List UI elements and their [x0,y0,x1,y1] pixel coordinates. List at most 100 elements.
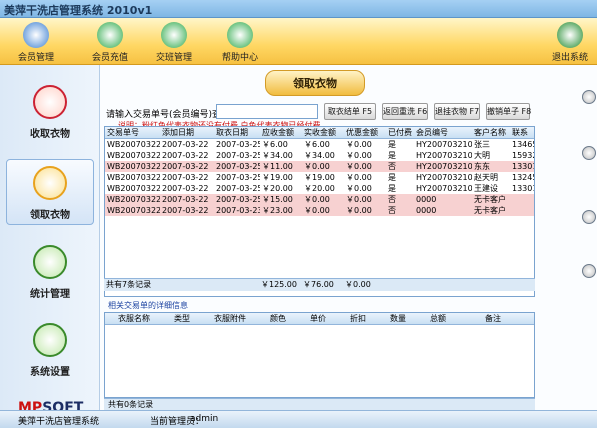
col-order-no[interactable]: 交易单号 [105,127,160,138]
members-icon [23,22,49,48]
table-row[interactable]: WB200703220012007-03-22 2007-03-23￥23.00 ￥… [105,205,534,216]
table-cell: 是 [388,140,396,149]
toolbar-help-button[interactable]: 帮助中心 [210,20,270,64]
status-operator: admin [190,414,219,424]
sidebar-item-settings[interactable]: 系统设置 [6,317,94,383]
table-cell: 2007-03-25 [216,162,260,171]
table-cell: 2007-03-22 [162,173,209,182]
table-cell: 133015 [512,184,534,193]
col-customer[interactable]: 客户名称 [472,127,510,138]
col-rate[interactable]: 折扣 [337,313,377,324]
total-received: ￥76.00 [303,280,334,289]
table-cell: HY20070321011 [416,140,472,149]
table-cell: 2007-03-25 [216,195,260,204]
col-discount[interactable]: 优惠金额 [344,127,386,138]
settings-icon [33,323,67,357]
col-received[interactable]: 实收金额 [302,127,344,138]
table-row[interactable]: WB200703220052007-03-22 2007-03-25￥11.00 ￥… [105,161,534,172]
table-cell: 是 [388,151,396,160]
checkout-button[interactable]: 取衣结单 F5 [324,103,376,120]
table-cell: HY20070321005 [416,173,472,182]
toolbar-recharge-button[interactable]: 会员充值 [80,20,140,64]
help-icon [227,22,253,48]
table-cell: 是 [388,184,396,193]
rewash-button[interactable]: 返回重洗 F6 [382,103,428,120]
table-cell: ￥23.00 [262,206,293,215]
col-add-date[interactable]: 添加日期 [160,127,214,138]
col-contact[interactable]: 联系 [510,127,534,138]
binding-ring [582,264,596,278]
table-cell: ￥19.00 [262,173,293,182]
table-cell: 2007-03-22 [162,162,209,171]
table-row[interactable]: WB200703220092007-03-222007-03-25￥6.00￥6… [105,139,534,150]
table-cell [510,205,534,216]
sidebar-item-receive[interactable]: 收取衣物 [6,79,94,145]
table-row[interactable]: WB200703220032007-03-222007-03-25￥20.00￥… [105,183,534,194]
col-type[interactable]: 类型 [161,313,201,324]
orders-table: 交易单号 添加日期 取衣日期 应收金额 实收金额 优惠金额 已付费 会员编号 客… [104,126,535,297]
return-hang-button[interactable]: 退挂衣物 F7 [434,103,480,120]
total-due: ￥125.00 [261,280,297,289]
table-cell: 133015 [512,162,534,171]
table-cell: HY20070321003 [416,162,472,171]
table-cell: 王建设 [474,184,498,193]
col-member-no[interactable]: 会员编号 [414,127,472,138]
sidebar-item-stats[interactable]: 统计管理 [6,239,94,305]
status-bar: 美萍干洗店管理系统 当前管理员： admin [0,410,597,428]
title-bar: 美萍干洗店管理系统 2010v1 [0,0,597,18]
toolbar-members-button[interactable]: 会员管理 [6,20,66,64]
table-cell: 2007-03-22 [162,206,209,215]
table-cell: ￥34.00 [304,151,335,160]
table-cell: 2007-03-23 [216,206,260,215]
table-cell: WB20070322005 [107,162,160,171]
table-cell: 2007-03-22 [162,140,209,149]
cancel-order-button[interactable]: 撤销单子 F8 [486,103,531,120]
table-cell: 2007-03-22 [162,151,209,160]
col-pickup-date[interactable]: 取衣日期 [214,127,260,138]
table-cell: ￥0.00 [346,140,372,149]
binding-ring [582,90,596,104]
col-attachment[interactable]: 衣服附件 [201,313,257,324]
table-cell: 0000 [416,206,437,215]
col-qty[interactable]: 数量 [377,313,417,324]
table-row[interactable]: WB200703220022007-03-22 2007-03-25￥15.00 ￥… [105,194,534,205]
table-cell: ￥11.00 [262,162,293,171]
table-cell: 134650 [512,140,534,149]
col-due[interactable]: 应收金额 [260,127,302,138]
table-cell: 东东 [474,162,490,171]
table-cell: ￥0.00 [304,206,330,215]
table-cell: 否 [388,162,396,171]
table-cell: 无卡客户 [474,206,506,215]
window-title: 美萍干洗店管理系统 2010v1 [4,4,153,17]
col-price[interactable]: 单价 [297,313,337,324]
toolbar-exit-button[interactable]: 退出系统 [540,20,597,64]
table-row[interactable]: WB200703220062007-03-222007-03-25￥34.00￥… [105,150,534,161]
table-cell: 2007-03-25 [216,140,260,149]
receive-clothes-icon [33,85,67,119]
toolbar-shift-button[interactable]: 交班管理 [144,20,204,64]
binding-ring [582,210,596,224]
col-color[interactable]: 颜色 [257,313,297,324]
table-cell: 2007-03-25 [216,184,260,193]
table-cell: 2007-03-25 [216,173,260,182]
table-cell: ￥0.00 [346,195,372,204]
query-input[interactable] [216,104,318,119]
table-cell: ￥19.00 [304,173,335,182]
col-remark[interactable]: 备注 [457,313,527,324]
table-cell: ￥0.00 [346,184,372,193]
sidebar-item-pickup[interactable]: 领取衣物 [6,159,94,225]
table-cell: 0000 [416,195,437,204]
col-total[interactable]: 总额 [417,313,457,324]
col-clothes-name[interactable]: 衣服名称 [105,313,161,324]
table-cell: 无卡客户 [474,195,506,204]
table-cell: ￥15.00 [262,195,293,204]
detail-title: 相关交易单的详细信息 [108,301,188,310]
table-cell: ￥0.00 [346,162,372,171]
power-icon [557,22,583,48]
table-cell: ￥0.00 [346,151,372,160]
table-row[interactable]: WB200703220042007-03-222007-03-25￥19.00￥… [105,172,534,183]
table-cell: ￥0.00 [304,195,330,204]
table-cell: WB20070322003 [107,184,160,193]
table-cell: ￥0.00 [346,206,372,215]
col-paid[interactable]: 已付费 [386,127,414,138]
